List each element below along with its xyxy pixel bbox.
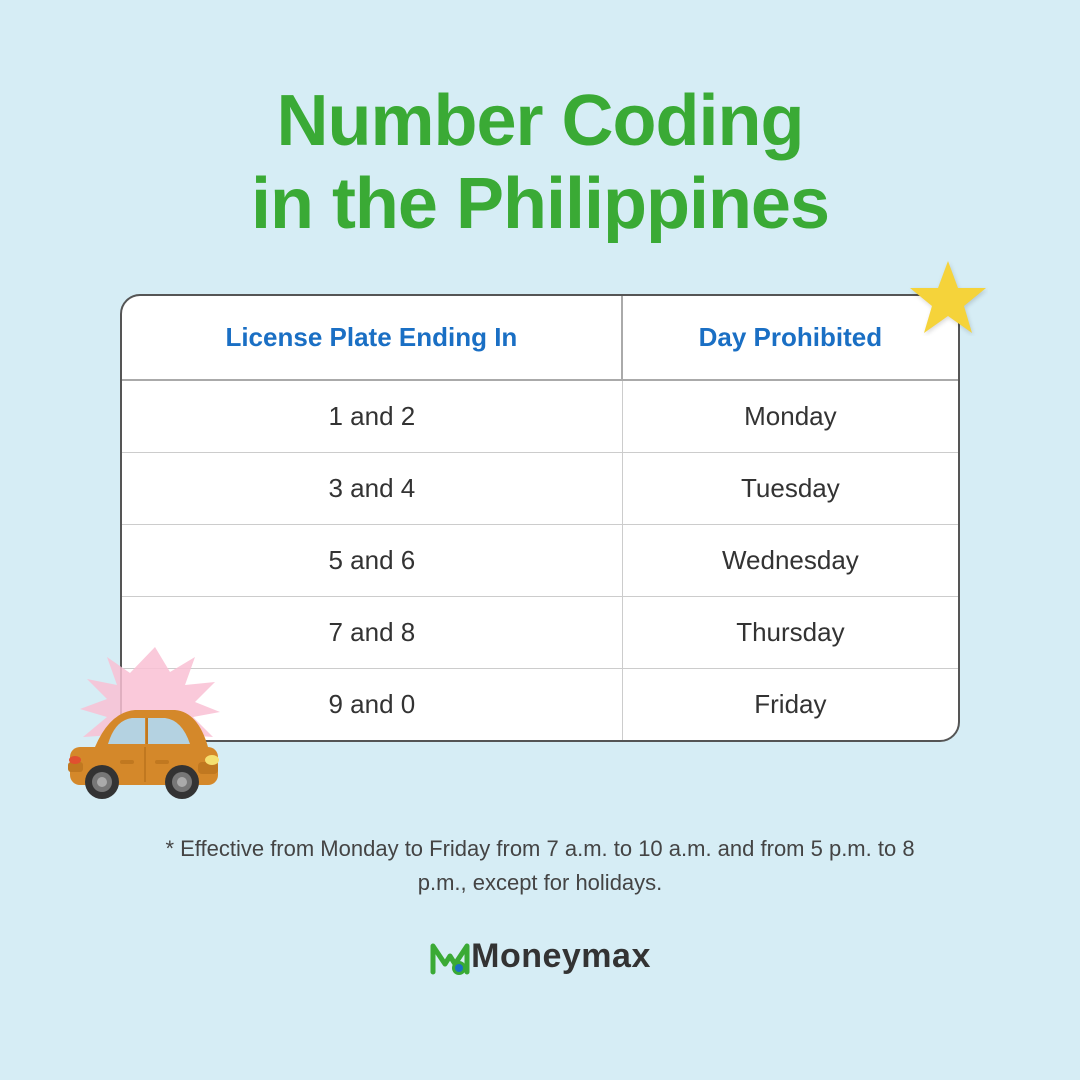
table-row: 5 and 6Wednesday (122, 525, 958, 597)
logo-section: Moneymax (429, 936, 651, 978)
table-row: 9 and 0Friday (122, 669, 958, 740)
logo-text: Moneymax (471, 937, 651, 976)
car-decoration (60, 692, 230, 812)
title-section: Number Coding in the Philippines (251, 80, 829, 246)
plate-cell: 1 and 2 (122, 381, 623, 453)
table-row: 1 and 2Monday (122, 381, 958, 453)
day-cell: Tuesday (623, 453, 958, 525)
col-plate-header: License Plate Ending In (122, 296, 623, 381)
day-cell: Friday (623, 669, 958, 740)
table-row: 3 and 4Tuesday (122, 453, 958, 525)
day-cell: Wednesday (623, 525, 958, 597)
logo-wordmark: oneymax (500, 937, 651, 975)
day-cell: Thursday (623, 597, 958, 669)
day-cell: Monday (623, 381, 958, 453)
plate-cell: 3 and 4 (122, 453, 623, 525)
star-decoration (908, 256, 988, 336)
plate-cell: 5 and 6 (122, 525, 623, 597)
table-wrapper: License Plate Ending In Day Prohibited 1… (120, 294, 960, 742)
page-title: Number Coding in the Philippines (251, 80, 829, 246)
footnote: * Effective from Monday to Friday from 7… (150, 832, 930, 900)
moneymax-logo-icon (429, 936, 471, 978)
number-coding-table: License Plate Ending In Day Prohibited 1… (120, 294, 960, 742)
table-row: 7 and 8Thursday (122, 597, 958, 669)
